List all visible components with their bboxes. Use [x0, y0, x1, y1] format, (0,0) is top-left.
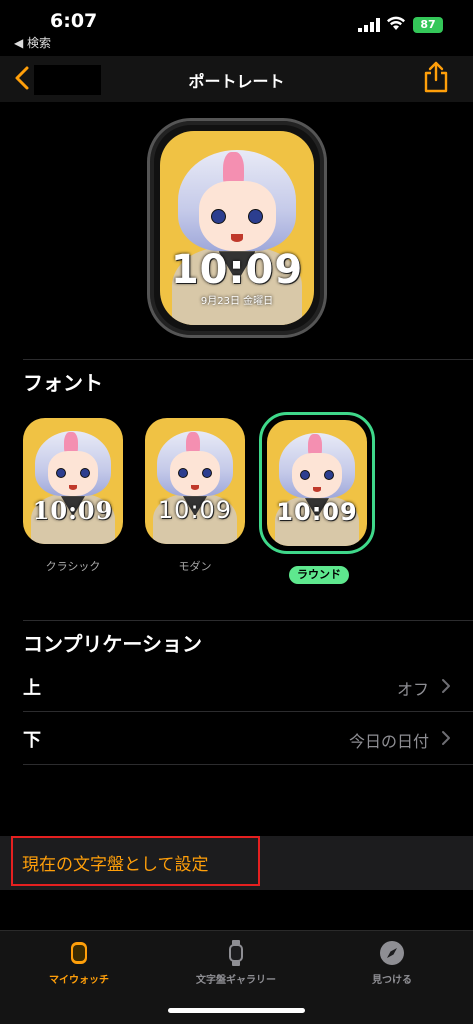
thumbnail-time: 10:09 — [276, 498, 358, 527]
complication-value: 今日の日付 — [348, 732, 429, 751]
chevron-right-icon — [442, 731, 450, 745]
portrait-image: 10:09 9月23日 金曜日 — [160, 131, 314, 325]
watch-face-preview: 10:09 9月23日 金曜日 — [147, 118, 327, 338]
complication-value: オフ — [396, 680, 429, 699]
font-option-label: モダン — [178, 560, 212, 573]
font-option-modern[interactable]: 10:09 モダン — [145, 418, 249, 573]
watch-date: 9月23日 金曜日 — [200, 296, 274, 308]
font-option-classic[interactable]: 10:09 クラシック — [23, 418, 127, 573]
cellular-signal-icon — [358, 18, 380, 32]
watch-face-icon — [71, 942, 87, 964]
watch-screen: 10:09 9月23日 金曜日 — [160, 131, 314, 325]
thumbnail-time: 10:09 — [157, 496, 233, 525]
status-time: 6:07 — [50, 10, 98, 32]
page-title: ポートレート — [188, 72, 285, 91]
complication-key: 下 — [23, 730, 41, 751]
complication-row-bottom[interactable]: 下 今日の日付 — [0, 712, 473, 764]
complications-section-title: コンプリケーション — [23, 632, 202, 656]
font-thumbnail: 10:09 — [145, 418, 245, 544]
back-to-app-link[interactable]: ◀ 検索 — [14, 34, 51, 51]
divider — [23, 359, 473, 360]
wifi-icon — [387, 16, 405, 30]
tab-face-gallery[interactable]: 文字盤ギャラリー — [161, 939, 311, 986]
navigation-bar: ポートレート — [0, 56, 473, 102]
chevron-right-icon — [442, 679, 450, 693]
font-option-round[interactable]: 10:09 ラウンド — [259, 412, 375, 584]
font-section-title: フォント — [23, 371, 103, 395]
watch-icon — [229, 940, 243, 966]
compass-icon — [380, 941, 404, 965]
complication-row-top[interactable]: 上 オフ — [0, 660, 473, 712]
font-option-label: クラシック — [45, 560, 101, 573]
set-as-current-face-row[interactable]: 現在の文字盤として設定 — [0, 836, 473, 890]
divider — [23, 764, 473, 765]
tab-discover[interactable]: 見つける — [317, 939, 467, 986]
tab-label: マイウォッチ — [49, 975, 109, 986]
font-option-label: ラウンド — [289, 566, 349, 584]
status-bar: 6:07 ◀ 検索 87 — [0, 0, 473, 56]
watch-time: 10:09 — [170, 247, 304, 294]
complication-key: 上 — [23, 678, 41, 699]
font-thumbnail: 10:09 — [23, 418, 123, 544]
thumbnail-time: 10:09 — [32, 496, 114, 526]
share-icon[interactable] — [421, 60, 451, 94]
battery-indicator: 87 — [413, 17, 443, 33]
tab-label: 見つける — [372, 975, 412, 986]
home-indicator[interactable] — [168, 1008, 305, 1013]
highlight-box — [11, 836, 260, 886]
tab-my-watch[interactable]: マイウォッチ — [4, 939, 154, 986]
font-thumbnail: 10:09 — [267, 420, 367, 546]
tab-label: 文字盤ギャラリー — [196, 975, 276, 986]
divider — [23, 620, 473, 621]
